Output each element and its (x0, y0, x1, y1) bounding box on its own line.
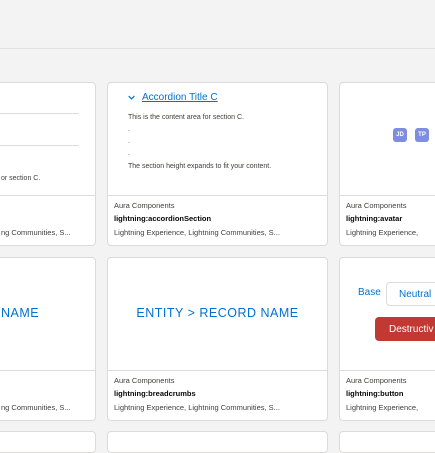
card-targets: Lightning Experience, (346, 403, 419, 412)
card-component-name[interactable]: lightning:avatar (346, 214, 402, 223)
card-info: Aura Components lightning:accordionSecti… (108, 195, 327, 245)
card-targets: ng Communities, S... (1, 403, 71, 412)
avatar: TP (415, 128, 429, 142)
accordion-content-line: . (128, 150, 130, 157)
card-component-name[interactable]: lightning:breadcrumbs (114, 389, 196, 398)
component-card[interactable]: or section C. ng Communities, S... (0, 82, 96, 246)
card-targets: Lightning Experience, (346, 228, 419, 237)
neutral-button[interactable]: Neutral (386, 282, 435, 306)
card-info: Aura Components lightning:button Lightni… (340, 370, 435, 420)
card-preview: Base Neutral Destructiv (340, 258, 435, 371)
chevron-down-icon (128, 95, 135, 100)
card-preview: ENTITY > RECORD NAME (108, 258, 327, 371)
card-info: ng Communities, S... (0, 370, 95, 420)
accordion-content-line: This is the content area for section C. (128, 114, 244, 121)
breadcrumb-preview: NAME (1, 306, 40, 320)
card-info: Aura Components lightning:avatar Lightni… (340, 195, 435, 245)
card-preview: Accordion Title C This is the content ar… (108, 83, 327, 196)
card-preview: or section C. (0, 83, 95, 196)
card-category: Aura Components (114, 376, 175, 385)
card-component-name[interactable]: lightning:accordionSection (114, 214, 211, 223)
card-info: Aura Components lightning:breadcrumbs Li… (108, 370, 327, 420)
breadcrumb[interactable]: ENTITY > RECORD NAME (108, 306, 327, 320)
card-preview: JD TP (340, 83, 435, 196)
card-targets: Lightning Experience, Lightning Communit… (114, 228, 280, 237)
top-bar (0, 0, 435, 49)
accordion-content-line: . (128, 126, 130, 133)
card-info: ng Communities, S... (0, 195, 95, 245)
accordion-title[interactable]: Accordion Title C (142, 92, 218, 103)
component-card-avatar[interactable]: JD TP Aura Components lightning:avatar L… (339, 82, 435, 246)
destructive-button[interactable]: Destructiv (375, 317, 435, 341)
card-category: Aura Components (114, 201, 175, 210)
card-component-name[interactable]: lightning:button (346, 389, 403, 398)
accordion-content-line: . (128, 138, 130, 145)
component-card[interactable]: NAME ng Communities, S... (0, 257, 96, 421)
accordion-content-line: The section height expands to fit your c… (128, 163, 272, 170)
card-category: Aura Components (346, 376, 407, 385)
component-card[interactable] (0, 431, 96, 453)
component-card-button[interactable]: Base Neutral Destructiv Aura Components … (339, 257, 435, 421)
card-category: Aura Components (346, 201, 407, 210)
card-targets: ng Communities, S... (1, 228, 71, 237)
component-card-accordion-section[interactable]: Accordion Title C This is the content ar… (107, 82, 328, 246)
component-card[interactable] (339, 431, 435, 453)
component-card[interactable] (107, 431, 328, 453)
accordion-header[interactable]: Accordion Title C (128, 92, 218, 103)
preview-divider (0, 113, 79, 114)
preview-divider (0, 145, 79, 146)
component-card-breadcrumbs[interactable]: ENTITY > RECORD NAME Aura Components lig… (107, 257, 328, 421)
avatar: JD (393, 128, 407, 142)
base-button[interactable]: Base (358, 287, 381, 298)
preview-text: or section C. (1, 175, 41, 182)
card-preview: NAME (0, 258, 95, 371)
card-targets: Lightning Experience, Lightning Communit… (114, 403, 280, 412)
